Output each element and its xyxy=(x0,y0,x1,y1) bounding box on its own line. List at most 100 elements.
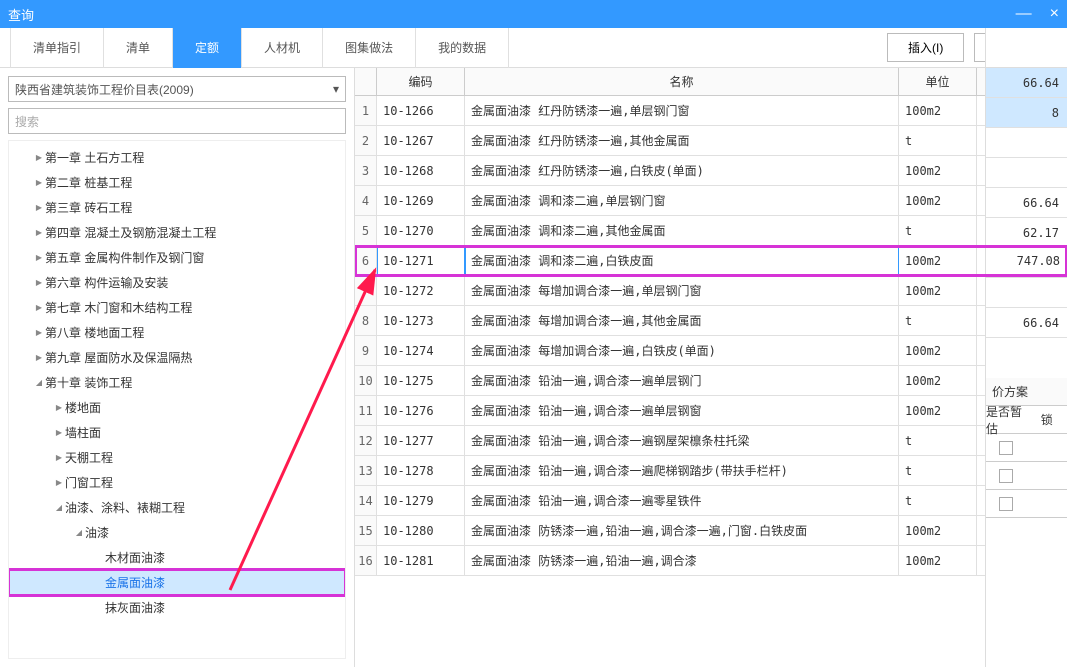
minimize-icon[interactable]: — xyxy=(1016,5,1032,23)
table-row[interactable]: 910-1274金属面油漆 每增加调合漆一遍,白铁皮(单面)100m2372.9… xyxy=(355,336,1067,366)
caret-icon[interactable] xyxy=(33,377,45,388)
cell-unit: t xyxy=(899,456,977,485)
cell-name: 金属面油漆 调和漆二遍,单层钢门窗 xyxy=(465,186,899,215)
side-cell[interactable] xyxy=(986,278,1067,308)
header-code[interactable]: 编码 xyxy=(377,68,465,95)
tab-mydata[interactable]: 我的数据 xyxy=(416,28,509,68)
cell-unit: t xyxy=(899,216,977,245)
tab-dinge[interactable]: 定额 xyxy=(173,28,242,68)
tree-item[interactable]: 第十章 装饰工程 xyxy=(9,370,345,395)
tab-rencaiji[interactable]: 人材机 xyxy=(242,28,323,68)
caret-icon[interactable] xyxy=(33,352,45,363)
tree-item[interactable]: 第三章 砖石工程 xyxy=(9,195,345,220)
grid-body[interactable]: 110-1266金属面油漆 红丹防锈漆一遍,单层钢门窗100m2346.4421… xyxy=(355,96,1067,667)
insert-button[interactable]: 插入(I) xyxy=(887,33,964,62)
checkbox[interactable] xyxy=(999,469,1013,483)
table-row[interactable]: 1110-1276金属面油漆 铅油一遍,调合漆一遍单层钢窗100m2642.63 xyxy=(355,396,1067,426)
tree-item[interactable]: 第七章 木门窗和木结构工程 xyxy=(9,295,345,320)
tree-item[interactable]: 第四章 混凝土及钢筋混凝土工程 xyxy=(9,220,345,245)
catalog-select[interactable]: 陕西省建筑装饰工程价目表(2009) ▾ xyxy=(8,76,346,102)
table-row[interactable]: 710-1272金属面油漆 每增加调合漆一遍,单层钢门窗100m2385.65 xyxy=(355,276,1067,306)
tree-item-label: 第六章 构件运输及安装 xyxy=(45,274,168,291)
cell-name: 金属面油漆 铅油一遍,调合漆一遍单层钢窗 xyxy=(465,396,899,425)
caret-icon[interactable] xyxy=(53,427,65,438)
tree-item[interactable]: 抹灰面油漆 xyxy=(9,595,345,620)
caret-icon[interactable] xyxy=(33,152,45,163)
caret-icon[interactable] xyxy=(33,302,45,313)
table-row[interactable]: 510-1270金属面油漆 调和漆二遍,其他金属面t158.49 xyxy=(355,216,1067,246)
tree-item[interactable]: 油漆、涂料、裱糊工程 xyxy=(9,495,345,520)
tab-tuji[interactable]: 图集做法 xyxy=(323,28,416,68)
cell-code: 10-1274 xyxy=(377,336,465,365)
side-cell[interactable]: 8 xyxy=(986,98,1067,128)
tree-item[interactable]: 第八章 楼地面工程 xyxy=(9,320,345,345)
cell-code: 10-1269 xyxy=(377,186,465,215)
caret-icon[interactable] xyxy=(53,502,65,513)
table-row[interactable]: 1310-1278金属面油漆 铅油一遍,调合漆一遍爬梯钢踏步(带扶手栏杆)t29… xyxy=(355,456,1067,486)
side-cell[interactable] xyxy=(986,128,1067,158)
tree-item[interactable]: 楼地面 xyxy=(9,395,345,420)
tab-qingdan[interactable]: 清单 xyxy=(104,28,173,68)
search-input[interactable]: 搜索 xyxy=(8,108,346,134)
checkbox[interactable] xyxy=(999,441,1013,455)
header-name[interactable]: 名称 xyxy=(465,68,899,95)
table-row[interactable]: 810-1273金属面油漆 每增加调合漆一遍,其他金属面t77.25 xyxy=(355,306,1067,336)
tab-qingdan-guide[interactable]: 清单指引 xyxy=(10,28,104,68)
side-cell[interactable] xyxy=(986,158,1067,188)
cell-num: 7 xyxy=(355,276,377,305)
close-icon[interactable]: × xyxy=(1050,5,1059,23)
side-cell[interactable]: 62.17 xyxy=(986,218,1067,248)
caret-icon[interactable] xyxy=(33,177,45,188)
side-cell[interactable]: 66.64 xyxy=(986,188,1067,218)
caret-icon[interactable] xyxy=(53,452,65,463)
tree-item[interactable]: 第九章 屋面防水及保温隔热 xyxy=(9,345,345,370)
tree-item[interactable]: 第二章 桩基工程 xyxy=(9,170,345,195)
side-col-lock: 锁 xyxy=(1027,406,1067,433)
caret-icon[interactable] xyxy=(33,252,45,263)
side-cell[interactable]: 66.64 xyxy=(986,68,1067,98)
table-row[interactable]: 410-1269金属面油漆 调和漆二遍,单层钢门窗100m2751.27 xyxy=(355,186,1067,216)
cell-code: 10-1279 xyxy=(377,486,465,515)
tree-item[interactable]: 天棚工程 xyxy=(9,445,345,470)
caret-icon[interactable] xyxy=(73,527,85,538)
tree-item[interactable]: 墙柱面 xyxy=(9,420,345,445)
table-row[interactable]: 1510-1280金属面油漆 防锈漆一遍,铅油一遍,调合漆一遍,门窗.白铁皮面1… xyxy=(355,516,1067,546)
side-cell[interactable]: 66.64 xyxy=(986,308,1067,338)
caret-icon[interactable] xyxy=(33,227,45,238)
caret-icon[interactable] xyxy=(33,277,45,288)
caret-icon[interactable] xyxy=(33,327,45,338)
caret-icon[interactable] xyxy=(53,477,65,488)
table-row[interactable]: 210-1267金属面油漆 红丹防锈漆一遍,其他金属面t91.54 xyxy=(355,126,1067,156)
tree-item-label: 木材面油漆 xyxy=(105,549,165,566)
cell-num: 3 xyxy=(355,156,377,185)
caret-icon[interactable] xyxy=(53,402,65,413)
tree-item[interactable]: 门窗工程 xyxy=(9,470,345,495)
tree-item[interactable]: 第五章 金属构件制作及钢门窗 xyxy=(9,245,345,270)
tree-item[interactable]: 金属面油漆 xyxy=(9,570,345,595)
table-row[interactable]: 1010-1275金属面油漆 铅油一遍,调合漆一遍单层钢门100m2658.16 xyxy=(355,366,1067,396)
table-row[interactable]: 1210-1277金属面油漆 铅油一遍,调合漆一遍钢屋架檩条柱托梁t156.01 xyxy=(355,426,1067,456)
tree-item[interactable]: 木材面油漆 xyxy=(9,545,345,570)
titlebar: 查询 — × xyxy=(0,0,1067,28)
cell-code: 10-1276 xyxy=(377,396,465,425)
table-row[interactable]: 610-1271金属面油漆 调和漆二遍,白铁皮面100m2747.08 xyxy=(355,246,1067,276)
checkbox[interactable] xyxy=(999,497,1013,511)
tree-item[interactable]: 第六章 构件运输及安装 xyxy=(9,270,345,295)
cell-unit: 100m2 xyxy=(899,186,977,215)
tree-item[interactable]: 油漆 xyxy=(9,520,345,545)
table-row[interactable]: 1410-1279金属面油漆 铅油一遍,调合漆一遍零星铁件t360.43 xyxy=(355,486,1067,516)
table-row[interactable]: 110-1266金属面油漆 红丹防锈漆一遍,单层钢门窗100m2346.44 xyxy=(355,96,1067,126)
tree[interactable]: 第一章 土石方工程第二章 桩基工程第三章 砖石工程第四章 混凝土及钢筋混凝土工程… xyxy=(8,140,346,659)
cell-code: 10-1280 xyxy=(377,516,465,545)
cell-name: 金属面油漆 铅油一遍,调合漆一遍零星铁件 xyxy=(465,486,899,515)
cell-code: 10-1270 xyxy=(377,216,465,245)
tree-item[interactable]: 第一章 土石方工程 xyxy=(9,145,345,170)
table-row[interactable]: 1610-1281金属面油漆 防锈漆一遍,铅油一遍,调合漆100m2904.44 xyxy=(355,546,1067,576)
sidebar: 陕西省建筑装饰工程价目表(2009) ▾ 搜索 第一章 土石方工程第二章 桩基工… xyxy=(0,68,355,667)
table-row[interactable]: 310-1268金属面油漆 红丹防锈漆一遍,白铁皮(单面)100m2242.87 xyxy=(355,156,1067,186)
header-unit[interactable]: 单位 xyxy=(899,68,977,95)
caret-icon[interactable] xyxy=(33,202,45,213)
cell-unit: 100m2 xyxy=(899,396,977,425)
cell-unit: t xyxy=(899,486,977,515)
tree-item-label: 第九章 屋面防水及保温隔热 xyxy=(45,349,192,366)
